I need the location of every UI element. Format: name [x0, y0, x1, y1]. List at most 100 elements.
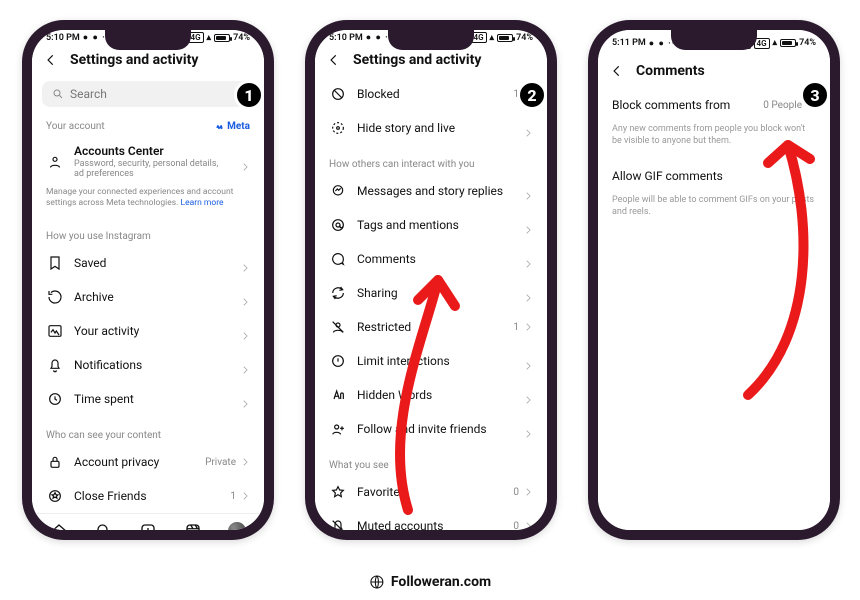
close-friends-value: 1	[230, 491, 250, 502]
your-account-section: Your account Meta	[32, 115, 264, 136]
battery-icon	[497, 34, 513, 42]
hide-story-item[interactable]: Hide story and live	[315, 111, 547, 145]
signal-icon: ▴	[207, 33, 212, 43]
hidden-words-item[interactable]: Hidden Words	[315, 378, 547, 412]
screen-3: 5:11 PM ● ● ··· VPN 4G ▴ 74% Comments Bl…	[598, 30, 830, 530]
page-title: Comments	[636, 63, 705, 79]
chevron-right-icon	[240, 394, 250, 404]
account-privacy-item[interactable]: Account privacy Private	[32, 445, 264, 479]
share-icon	[329, 284, 347, 302]
archive-label: Archive	[74, 290, 230, 304]
chevron-right-icon	[523, 123, 533, 133]
battery-percent: 74%	[799, 38, 816, 48]
account-privacy-value: Private	[205, 457, 250, 468]
chevron-right-icon	[240, 157, 250, 167]
phone-frame-3: 3 5:11 PM ● ● ··· VPN 4G ▴ 74%	[588, 20, 840, 540]
tags-item[interactable]: Tags and mentions	[315, 208, 547, 242]
interact-section-label: How others can interact with you	[315, 153, 547, 174]
favorites-value: 0	[513, 487, 533, 498]
notifications-item[interactable]: Notifications	[32, 348, 264, 382]
status-time: 5:11 PM	[612, 38, 646, 48]
search-icon	[52, 88, 64, 100]
time-spent-label: Time spent	[74, 392, 230, 406]
home-icon[interactable]	[50, 522, 68, 540]
your-activity-item[interactable]: Your activity	[32, 314, 264, 348]
comments-item[interactable]: Comments	[315, 242, 547, 276]
search-icon[interactable]	[95, 522, 113, 540]
user-circle-icon	[46, 153, 64, 171]
activity-label: Your activity	[74, 324, 230, 338]
signal-icon: ▴	[773, 38, 778, 48]
brand-watermark: Followeran.com	[369, 574, 491, 590]
sharing-item[interactable]: Sharing	[315, 276, 547, 310]
globe-icon	[369, 574, 385, 590]
notch	[388, 30, 474, 50]
allow-gif-note: People will be able to comment GIFs on y…	[598, 193, 830, 230]
add-icon[interactable]	[139, 522, 157, 540]
time-spent-item[interactable]: Time spent	[32, 382, 264, 416]
chevron-right-icon	[523, 186, 533, 196]
search-input[interactable]: Search	[42, 81, 254, 107]
limit-item[interactable]: Limit interactions	[315, 344, 547, 378]
activity-icon	[46, 322, 64, 340]
chevron-right-icon	[523, 220, 533, 230]
restricted-item[interactable]: Restricted 1	[315, 310, 547, 344]
back-icon[interactable]	[325, 51, 343, 69]
page-title: Settings and activity	[353, 52, 481, 68]
status-time: 5:10 PM	[46, 33, 80, 43]
battery-percent: 74%	[516, 33, 533, 43]
battery-icon	[214, 34, 230, 42]
brand-label: Followeran.com	[391, 574, 491, 590]
phone-frame-2: 2 5:10 PM ● ● ··· VPN 4G ▴ 74%	[305, 20, 557, 540]
block-comments-note: Any new comments from people you block w…	[598, 122, 830, 159]
at-icon	[329, 216, 347, 234]
block-comments-row[interactable]: Block comments from 0 People	[598, 88, 830, 122]
allow-gif-row[interactable]: Allow GIF comments	[598, 159, 830, 193]
chevron-right-icon	[523, 254, 533, 264]
chevron-right-icon	[240, 360, 250, 370]
meta-badge: Meta	[215, 121, 250, 132]
screen-2: 5:10 PM ● ● ··· VPN 4G ▴ 74% Settings an…	[315, 30, 547, 530]
archive-item[interactable]: Archive	[32, 280, 264, 314]
close-friends-label: Close Friends	[74, 489, 220, 503]
back-icon[interactable]	[42, 51, 60, 69]
chevron-right-icon	[240, 258, 250, 268]
accounts-center-item[interactable]: Accounts Center Password, security, pers…	[32, 136, 264, 187]
limit-label: Limit interactions	[357, 354, 513, 368]
follow-invite-item[interactable]: Follow and invite friends	[315, 412, 547, 446]
reels-icon[interactable]	[184, 522, 202, 540]
follow-invite-label: Follow and invite friends	[357, 422, 513, 436]
messages-item[interactable]: Messages and story replies	[315, 174, 547, 208]
hide-icon	[329, 119, 347, 137]
who-can-see-label: Who can see your content	[32, 424, 264, 445]
phone-frame-1: 1 5:10 PM ● ● ··· VPN 4G ▴ 74% Settings …	[22, 20, 274, 540]
account-privacy-label: Account privacy	[74, 455, 195, 469]
muted-item[interactable]: Muted accounts 0	[315, 509, 547, 540]
blocked-label: Blocked	[357, 87, 503, 101]
screen-1: 5:10 PM ● ● ··· VPN 4G ▴ 74% Settings an…	[32, 30, 264, 530]
close-friends-item[interactable]: Close Friends 1	[32, 479, 264, 513]
your-account-label: Your account	[46, 121, 105, 132]
muted-label: Muted accounts	[357, 519, 503, 533]
restricted-label: Restricted	[357, 320, 503, 334]
allow-gif-label: Allow GIF comments	[612, 169, 723, 183]
favorites-label: Favorites	[357, 485, 503, 499]
muted-value: 0	[513, 521, 533, 532]
messenger-icon	[329, 182, 347, 200]
lock-icon	[46, 453, 64, 471]
comment-icon	[329, 250, 347, 268]
chevron-right-icon	[240, 326, 250, 336]
saved-item[interactable]: Saved	[32, 246, 264, 280]
learn-more-link[interactable]: Learn more	[181, 198, 224, 208]
meta-label: Meta	[227, 121, 250, 132]
profile-avatar-icon[interactable]	[228, 522, 246, 540]
comments-label: Comments	[357, 252, 513, 266]
notifications-label: Notifications	[74, 358, 230, 372]
battery-percent: 74%	[233, 33, 250, 43]
step-badge-1: 1	[234, 80, 264, 110]
sharing-label: Sharing	[357, 286, 513, 300]
favorites-item[interactable]: Favorites 0	[315, 475, 547, 509]
back-icon[interactable]	[608, 62, 626, 80]
mute-icon	[329, 517, 347, 535]
blocked-item[interactable]: Blocked 1	[315, 77, 547, 111]
